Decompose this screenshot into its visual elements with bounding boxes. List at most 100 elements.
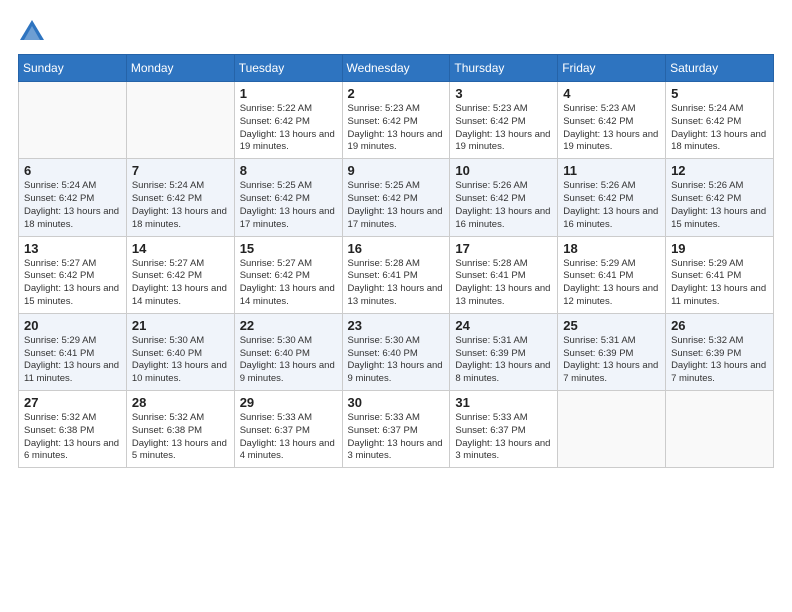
day-info: Sunrise: 5:24 AMSunset: 6:42 PMDaylight:…: [132, 180, 229, 231]
day-info: Sunrise: 5:25 AMSunset: 6:42 PMDaylight:…: [240, 180, 337, 231]
calendar-cell: 24 Sunrise: 5:31 AMSunset: 6:39 PMDayligh…: [450, 313, 558, 390]
day-info: Sunrise: 5:23 AMSunset: 6:42 PMDaylight:…: [348, 103, 445, 154]
day-number: 27: [24, 395, 121, 410]
day-info: Sunrise: 5:25 AMSunset: 6:42 PMDaylight:…: [348, 180, 445, 231]
calendar-cell: 26 Sunrise: 5:32 AMSunset: 6:39 PMDayligh…: [666, 313, 774, 390]
weekday-header-tuesday: Tuesday: [234, 55, 342, 82]
day-info: Sunrise: 5:26 AMSunset: 6:42 PMDaylight:…: [671, 180, 768, 231]
day-number: 9: [348, 163, 445, 178]
calendar-cell: [126, 82, 234, 159]
day-info: Sunrise: 5:29 AMSunset: 6:41 PMDaylight:…: [24, 335, 121, 386]
weekday-header-monday: Monday: [126, 55, 234, 82]
day-number: 5: [671, 86, 768, 101]
day-number: 7: [132, 163, 229, 178]
calendar-cell: 6Sunrise: 5:24 AMSunset: 6:42 PMDaylight…: [19, 159, 127, 236]
day-info: Sunrise: 5:24 AMSunset: 6:42 PMDaylight:…: [671, 103, 768, 154]
day-number: 23: [348, 318, 445, 333]
weekday-header-friday: Friday: [558, 55, 666, 82]
page: SundayMondayTuesdayWednesdayThursdayFrid…: [0, 0, 792, 612]
day-number: 24: [455, 318, 552, 333]
weekday-header-row: SundayMondayTuesdayWednesdayThursdayFrid…: [19, 55, 774, 82]
calendar-cell: 1 Sunrise: 5:22 AMSunset: 6:42 PMDaylight…: [234, 82, 342, 159]
calendar-cell: 19 Sunrise: 5:29 AMSunset: 6:41 PMDayligh…: [666, 236, 774, 313]
calendar-cell: 23 Sunrise: 5:30 AMSunset: 6:40 PMDayligh…: [342, 313, 450, 390]
day-info: Sunrise: 5:32 AMSunset: 6:38 PMDaylight:…: [132, 412, 229, 463]
calendar-cell: 3Sunrise: 5:23 AMSunset: 6:42 PMDaylight…: [450, 82, 558, 159]
day-info: Sunrise: 5:30 AMSunset: 6:40 PMDaylight:…: [348, 335, 445, 386]
day-info: Sunrise: 5:26 AMSunset: 6:42 PMDaylight:…: [455, 180, 552, 231]
calendar-cell: 27Sunrise: 5:32 AMSunset: 6:38 PMDayligh…: [19, 391, 127, 468]
day-info: Sunrise: 5:33 AMSunset: 6:37 PMDaylight:…: [455, 412, 552, 463]
weekday-header-saturday: Saturday: [666, 55, 774, 82]
calendar-cell: 10 Sunrise: 5:26 AMSunset: 6:42 PMDayligh…: [450, 159, 558, 236]
day-info: Sunrise: 5:29 AMSunset: 6:41 PMDaylight:…: [671, 258, 768, 309]
day-info: Sunrise: 5:31 AMSunset: 6:39 PMDaylight:…: [455, 335, 552, 386]
day-info: Sunrise: 5:27 AMSunset: 6:42 PMDaylight:…: [24, 258, 121, 309]
day-number: 1: [240, 86, 337, 101]
day-number: 22: [240, 318, 337, 333]
calendar-cell: 5 Sunrise: 5:24 AMSunset: 6:42 PMDaylight…: [666, 82, 774, 159]
day-number: 25: [563, 318, 660, 333]
logo-icon: [18, 18, 46, 46]
day-number: 29: [240, 395, 337, 410]
weekday-header-sunday: Sunday: [19, 55, 127, 82]
day-number: 4: [563, 86, 660, 101]
day-number: 31: [455, 395, 552, 410]
calendar-cell: [558, 391, 666, 468]
calendar-cell: 11Sunrise: 5:26 AMSunset: 6:42 PMDayligh…: [558, 159, 666, 236]
day-number: 20: [24, 318, 121, 333]
calendar-cell: 31 Sunrise: 5:33 AMSunset: 6:37 PMDayligh…: [450, 391, 558, 468]
calendar-cell: [19, 82, 127, 159]
day-info: Sunrise: 5:27 AMSunset: 6:42 PMDaylight:…: [132, 258, 229, 309]
calendar-cell: 18 Sunrise: 5:29 AMSunset: 6:41 PMDayligh…: [558, 236, 666, 313]
calendar-cell: 13 Sunrise: 5:27 AMSunset: 6:42 PMDayligh…: [19, 236, 127, 313]
calendar-cell: 30Sunrise: 5:33 AMSunset: 6:37 PMDayligh…: [342, 391, 450, 468]
day-info: Sunrise: 5:30 AMSunset: 6:40 PMDaylight:…: [240, 335, 337, 386]
day-number: 14: [132, 241, 229, 256]
calendar-cell: 29Sunrise: 5:33 AMSunset: 6:37 PMDayligh…: [234, 391, 342, 468]
day-number: 13: [24, 241, 121, 256]
weekday-header-thursday: Thursday: [450, 55, 558, 82]
calendar-cell: [666, 391, 774, 468]
week-row-4: 20 Sunrise: 5:29 AMSunset: 6:41 PMDayligh…: [19, 313, 774, 390]
day-info: Sunrise: 5:32 AMSunset: 6:39 PMDaylight:…: [671, 335, 768, 386]
calendar-cell: 12 Sunrise: 5:26 AMSunset: 6:42 PMDayligh…: [666, 159, 774, 236]
week-row-2: 6 Sunrise: 5:24 AMSunset: 6:42 PMDaylight…: [19, 159, 774, 236]
day-info: Sunrise: 5:23 AMSunset: 6:42 PMDaylight:…: [563, 103, 660, 154]
day-info: Sunrise: 5:27 AMSunset: 6:42 PMDaylight:…: [240, 258, 337, 309]
day-number: 30: [348, 395, 445, 410]
day-number: 2: [348, 86, 445, 101]
day-number: 17: [455, 241, 552, 256]
day-number: 6: [24, 163, 121, 178]
calendar-cell: 2 Sunrise: 5:23 AMSunset: 6:42 PMDaylight…: [342, 82, 450, 159]
calendar-table: SundayMondayTuesdayWednesdayThursdayFrid…: [18, 54, 774, 468]
day-number: 16: [348, 241, 445, 256]
day-number: 26: [671, 318, 768, 333]
day-number: 11: [563, 163, 660, 178]
day-number: 19: [671, 241, 768, 256]
calendar-cell: 28Sunrise: 5:32 AMSunset: 6:38 PMDayligh…: [126, 391, 234, 468]
calendar-cell: 8 Sunrise: 5:25 AMSunset: 6:42 PMDaylight…: [234, 159, 342, 236]
day-number: 10: [455, 163, 552, 178]
calendar-cell: 4 Sunrise: 5:23 AMSunset: 6:42 PMDaylight…: [558, 82, 666, 159]
week-row-1: 1 Sunrise: 5:22 AMSunset: 6:42 PMDaylight…: [19, 82, 774, 159]
calendar-cell: 20 Sunrise: 5:29 AMSunset: 6:41 PMDayligh…: [19, 313, 127, 390]
calendar-cell: 16 Sunrise: 5:28 AMSunset: 6:41 PMDayligh…: [342, 236, 450, 313]
week-row-5: 27 Sunrise: 5:32 AMSunset: 6:38 PMDayligh…: [19, 391, 774, 468]
calendar-cell: 17 Sunrise: 5:28 AMSunset: 6:41 PMDayligh…: [450, 236, 558, 313]
day-number: 18: [563, 241, 660, 256]
day-info: Sunrise: 5:22 AMSunset: 6:42 PMDaylight:…: [240, 103, 337, 154]
calendar-cell: 25Sunrise: 5:31 AMSunset: 6:39 PMDayligh…: [558, 313, 666, 390]
day-number: 3: [455, 86, 552, 101]
day-number: 8: [240, 163, 337, 178]
calendar-cell: 9 Sunrise: 5:25 AMSunset: 6:42 PMDaylight…: [342, 159, 450, 236]
day-number: 21: [132, 318, 229, 333]
day-number: 15: [240, 241, 337, 256]
day-info: Sunrise: 5:28 AMSunset: 6:41 PMDaylight:…: [455, 258, 552, 309]
day-info: Sunrise: 5:28 AMSunset: 6:41 PMDaylight:…: [348, 258, 445, 309]
calendar-cell: 7 Sunrise: 5:24 AMSunset: 6:42 PMDaylight…: [126, 159, 234, 236]
logo: [18, 18, 50, 46]
calendar-cell: 14 Sunrise: 5:27 AMSunset: 6:42 PMDayligh…: [126, 236, 234, 313]
day-number: 12: [671, 163, 768, 178]
day-info: Sunrise: 5:29 AMSunset: 6:41 PMDaylight:…: [563, 258, 660, 309]
